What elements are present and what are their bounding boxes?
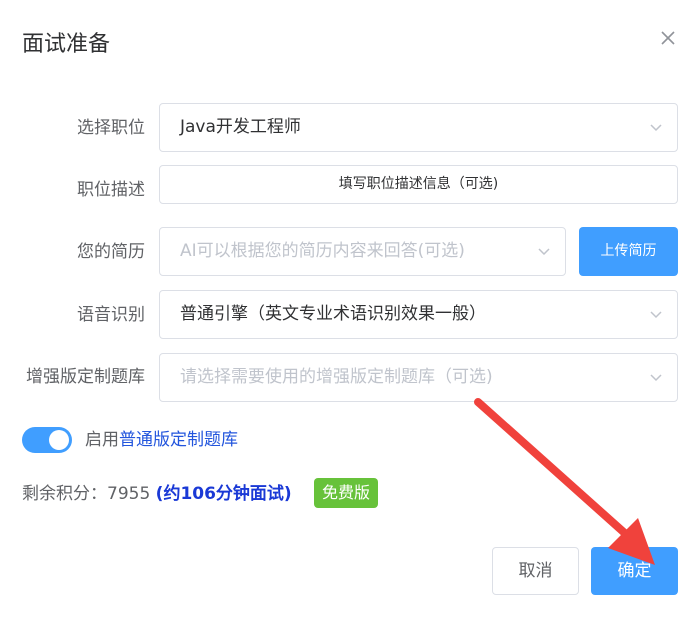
position-value: Java开发工程师 bbox=[180, 117, 301, 137]
position-label: 选择职位 bbox=[77, 118, 145, 138]
custom-bank-toggle[interactable] bbox=[22, 427, 72, 453]
confirm-label: 确定 bbox=[617, 561, 652, 581]
cancel-label: 取消 bbox=[518, 561, 553, 581]
chevron-down-icon bbox=[650, 124, 662, 132]
question-bank-placeholder: 请选择需要使用的增强版定制题库（可选) bbox=[180, 367, 493, 387]
resume-placeholder: AI可以根据您的简历内容来回答(可选) bbox=[180, 241, 465, 261]
chevron-down-icon bbox=[650, 311, 662, 319]
resume-label: 您的简历 bbox=[77, 242, 145, 262]
toggle-label: 启用普通版定制题库 bbox=[85, 428, 238, 452]
confirm-button[interactable]: 确定 bbox=[591, 547, 678, 595]
upload-resume-label: 上传简历 bbox=[600, 243, 657, 259]
description-button[interactable]: 填写职位描述信息（可选) bbox=[159, 165, 678, 204]
speech-label: 语音识别 bbox=[77, 305, 145, 325]
plan-badge: 免费版 bbox=[314, 478, 379, 508]
resume-select[interactable]: AI可以根据您的简历内容来回答(可选) bbox=[159, 227, 566, 276]
points-label: 剩余积分： bbox=[22, 484, 107, 504]
interview-prep-dialog: 面试准备 选择职位 Java开发工程师 职位描述 填写职位描述信息（可选) 您的… bbox=[0, 0, 695, 620]
speech-engine-value: 普通引擎（英文专业术语识别效果一般） bbox=[180, 304, 486, 324]
close-icon[interactable] bbox=[658, 28, 678, 48]
chevron-down-icon bbox=[650, 374, 662, 382]
chevron-down-icon bbox=[538, 248, 550, 256]
description-label: 职位描述 bbox=[77, 180, 145, 200]
points-value: 7955 bbox=[107, 484, 151, 504]
custom-bank-link[interactable]: 普通版定制题库 bbox=[119, 430, 238, 450]
description-button-label: 填写职位描述信息（可选) bbox=[338, 176, 499, 192]
position-select[interactable]: Java开发工程师 bbox=[159, 103, 678, 152]
question-bank-select[interactable]: 请选择需要使用的增强版定制题库（可选) bbox=[159, 353, 678, 402]
dialog-title: 面试准备 bbox=[22, 32, 111, 57]
remaining-points: 剩余积分：7955 (约106分钟面试) bbox=[22, 482, 292, 506]
speech-engine-select[interactable]: 普通引擎（英文专业术语识别效果一般） bbox=[159, 290, 678, 339]
question-bank-label: 增强版定制题库 bbox=[26, 367, 145, 387]
points-estimate: (约106分钟面试) bbox=[155, 484, 292, 504]
cancel-button[interactable]: 取消 bbox=[492, 547, 579, 595]
toggle-knob bbox=[49, 430, 69, 450]
toggle-prefix: 启用 bbox=[85, 430, 119, 450]
upload-resume-button[interactable]: 上传简历 bbox=[579, 227, 678, 276]
